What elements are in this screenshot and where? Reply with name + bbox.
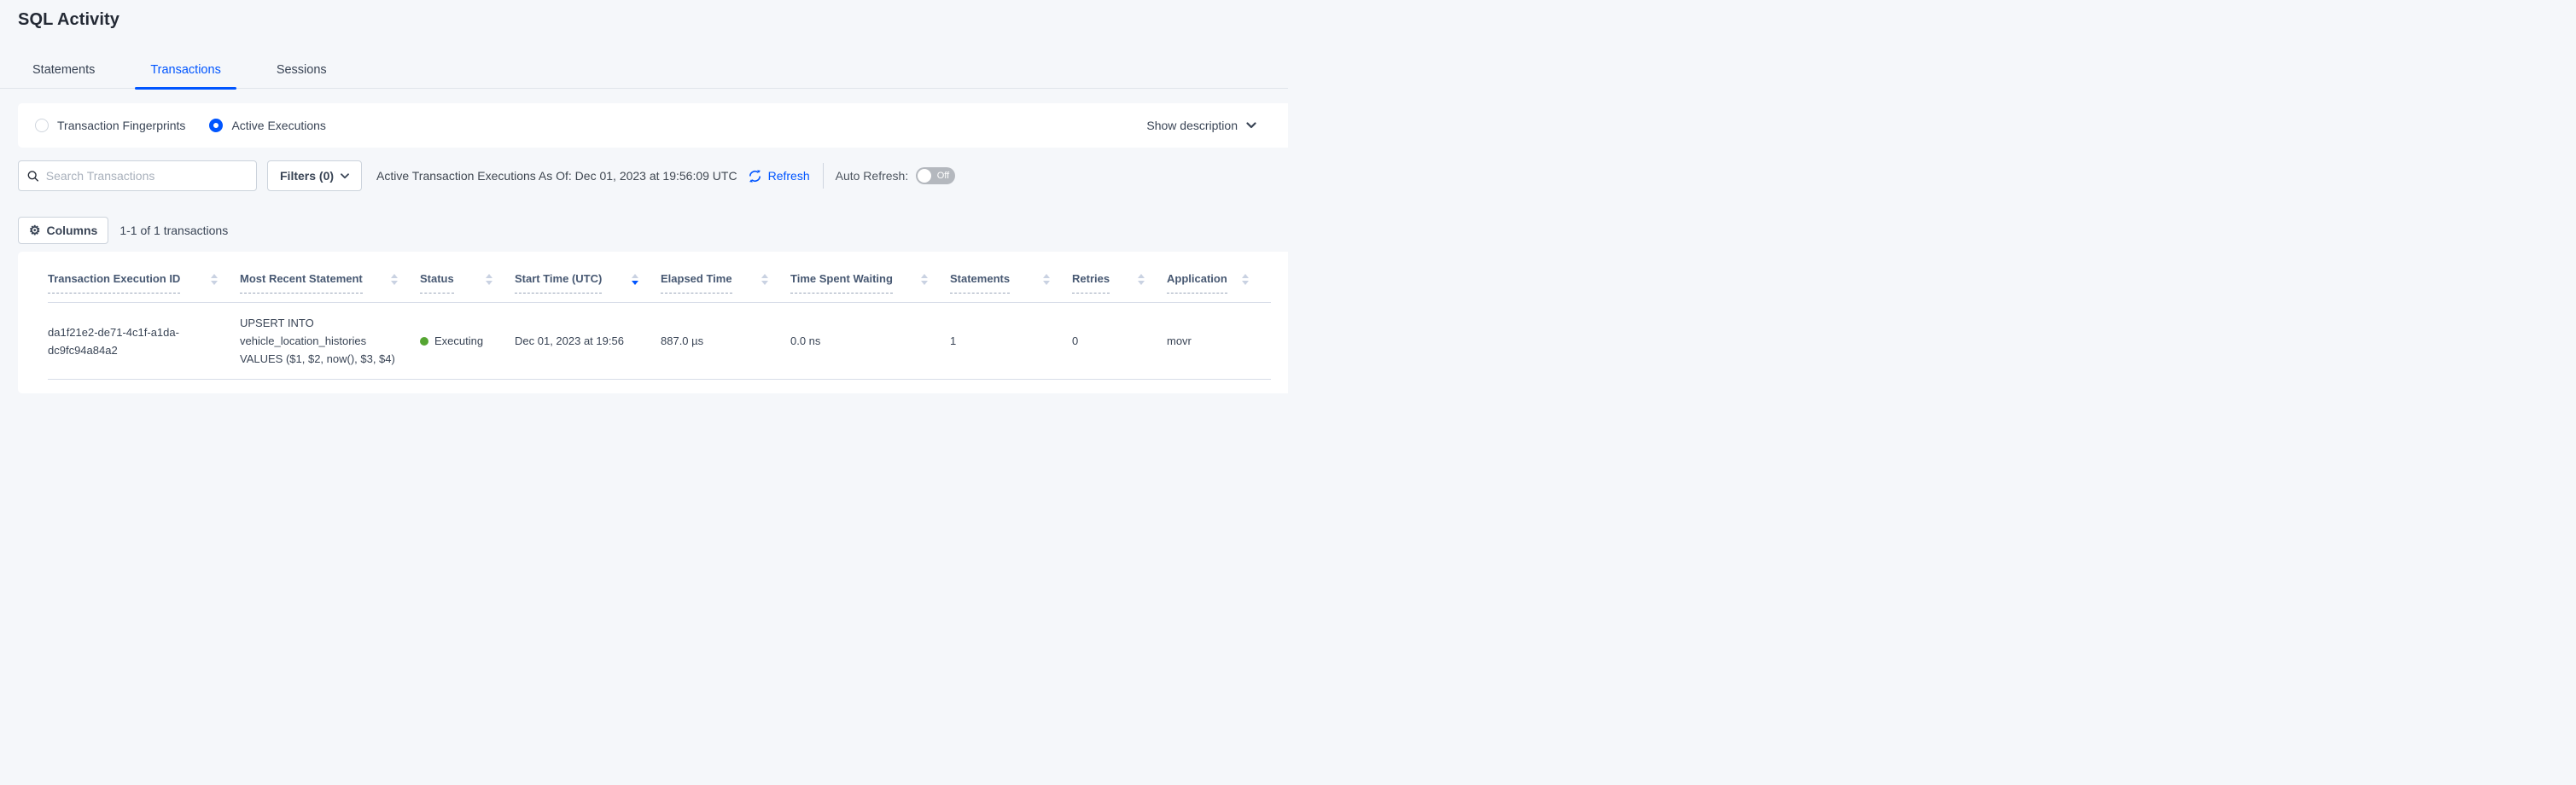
column-header-application[interactable]: Application (1167, 272, 1271, 303)
columns-button[interactable]: ⚙ Columns (18, 217, 108, 244)
show-description-label: Show description (1146, 119, 1238, 132)
search-icon (27, 170, 39, 183)
transactions-table-card: Transaction Execution ID Most Recent Sta… (18, 252, 1288, 393)
cell-statements: 1 (950, 303, 1072, 380)
chevron-down-icon (1246, 122, 1256, 129)
sort-icon[interactable] (1242, 272, 1249, 285)
refresh-icon (748, 169, 762, 183)
filters-button[interactable]: Filters (0) (267, 160, 362, 191)
tab-sessions[interactable]: Sessions (261, 63, 342, 88)
auto-refresh-toggle[interactable]: Off (916, 167, 955, 184)
chevron-down-icon (341, 173, 349, 179)
column-header-transaction-execution-id[interactable]: Transaction Execution ID (48, 272, 240, 303)
cell-time-spent-waiting: 0.0 ns (790, 303, 950, 380)
radio-label-fingerprints: Transaction Fingerprints (57, 119, 185, 132)
cell-retries: 0 (1072, 303, 1167, 380)
status-badge: Executing (434, 332, 483, 350)
cell-transaction-execution-id[interactable]: da1f21e2-de71-4c1f-a1da-dc9fc94a84a2 (48, 303, 240, 380)
cell-status: Executing (420, 303, 515, 380)
toggle-knob (918, 169, 931, 183)
sql-activity-tabs: Statements Transactions Sessions (0, 63, 1288, 89)
tab-statements[interactable]: Statements (17, 63, 110, 88)
search-input[interactable] (46, 169, 248, 183)
sort-icon[interactable] (391, 272, 398, 285)
radio-active-executions[interactable]: Active Executions (209, 119, 326, 132)
refresh-button[interactable]: Refresh (748, 169, 810, 183)
page-title: SQL Activity (18, 8, 1288, 32)
auto-refresh-label: Auto Refresh: (836, 169, 909, 183)
columns-row: ⚙ Columns 1-1 of 1 transactions (18, 217, 1288, 244)
sort-icon[interactable] (921, 272, 928, 285)
column-header-start-time[interactable]: Start Time (UTC) (515, 272, 661, 303)
column-header-time-spent-waiting[interactable]: Time Spent Waiting (790, 272, 950, 303)
sort-icon[interactable] (1043, 272, 1050, 285)
sort-icon[interactable] (1138, 272, 1145, 285)
column-header-most-recent-statement[interactable]: Most Recent Statement (240, 272, 420, 303)
show-description-toggle[interactable]: Show description (1146, 119, 1256, 132)
transactions-toolbar: Filters (0) Active Transaction Execution… (18, 160, 1288, 191)
refresh-label: Refresh (768, 169, 810, 183)
search-box[interactable] (18, 160, 257, 191)
cell-most-recent-statement[interactable]: UPSERT INTO vehicle_location_histories V… (240, 303, 420, 380)
column-header-retries[interactable]: Retries (1072, 272, 1167, 303)
toolbar-divider (823, 163, 824, 189)
column-header-elapsed-time[interactable]: Elapsed Time (661, 272, 790, 303)
results-count: 1-1 of 1 transactions (119, 224, 228, 237)
toggle-state-label: Off (937, 171, 949, 181)
sort-icon-active-desc[interactable] (632, 272, 638, 285)
radio-transaction-fingerprints[interactable]: Transaction Fingerprints (35, 119, 185, 132)
table-header-row: Transaction Execution ID Most Recent Sta… (48, 272, 1271, 303)
columns-button-label: Columns (46, 224, 97, 237)
gear-icon: ⚙ (29, 224, 40, 237)
radio-selected-icon[interactable] (209, 119, 223, 132)
cell-elapsed-time: 887.0 µs (661, 303, 790, 380)
filters-button-label: Filters (0) (280, 169, 334, 183)
sort-icon[interactable] (486, 272, 492, 285)
sort-icon[interactable] (761, 272, 768, 285)
cell-start-time: Dec 01, 2023 at 19:56 (515, 303, 661, 380)
radio-label-active-executions: Active Executions (231, 119, 326, 132)
status-executing-dot-icon (420, 337, 428, 346)
as-of-timestamp: Active Transaction Executions As Of: Dec… (376, 169, 737, 183)
table-row: da1f21e2-de71-4c1f-a1da-dc9fc94a84a2 UPS… (48, 303, 1271, 380)
transactions-table: Transaction Execution ID Most Recent Sta… (48, 272, 1271, 380)
view-mode-card: Transaction Fingerprints Active Executio… (18, 103, 1288, 148)
column-header-statements[interactable]: Statements (950, 272, 1072, 303)
sort-icon[interactable] (211, 272, 218, 285)
column-header-status[interactable]: Status (420, 272, 515, 303)
tab-transactions[interactable]: Transactions (135, 63, 236, 88)
radio-unselected-icon[interactable] (35, 119, 49, 132)
cell-application: movr (1167, 303, 1271, 380)
